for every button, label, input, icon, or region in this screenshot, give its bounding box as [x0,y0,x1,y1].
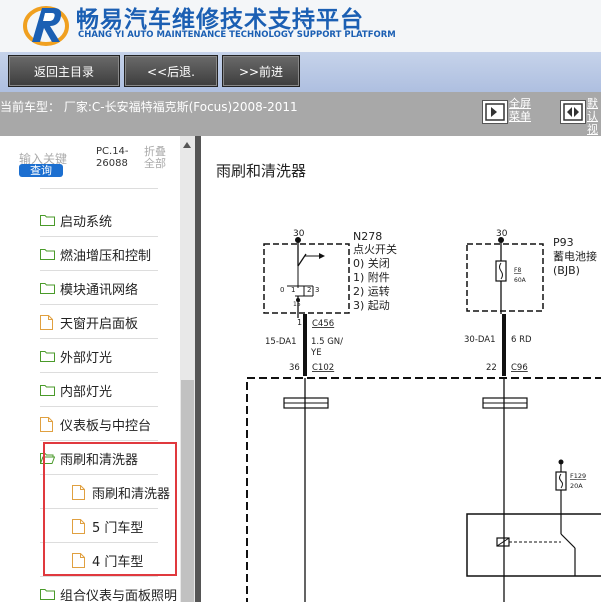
p93-name: 蓄电池接 [553,250,597,263]
switch-pos-2: 2 [307,286,311,294]
p93-box [466,243,544,312]
scroll-up-arrow-icon[interactable] [183,142,191,148]
tree-item-label: 仪表板与中控台 [60,419,152,434]
connector-c96: C96 [511,363,528,373]
tree-item-label: 燃油增压和控制 [60,249,152,264]
switch-pos-1: 1 [291,286,295,294]
n278-state-0: 0) 关闭 [353,256,390,270]
tree-item-label: 内部灯光 [60,385,113,400]
tree-divider [40,304,158,305]
n278-label: N278 [353,230,382,243]
folder-icon [40,383,55,396]
tree-divider [40,406,158,407]
main-content: 雨刷和清洗器 30 0 1 2 3 15 N278 点火开关 0) 关闭 1) … [201,136,601,602]
p93-label: P93 [553,236,574,249]
tree-item-label: 组合仪表与面板照明 [60,589,178,602]
default-view-icon[interactable] [560,100,586,124]
module-box [246,377,601,602]
wire-color-gn: 1.5 GN/ [311,337,343,347]
n278-state-3: 3) 起动 [353,299,390,312]
fullscreen-icon[interactable] [482,100,508,124]
n278-state-1: 1) 附件 [353,270,390,284]
selection-highlight [43,442,177,576]
p93-pin: 30 [496,229,508,239]
fuse-f8-amp: 60A [514,277,527,284]
fuse-f129: F129 [570,472,586,480]
pc-code: PC.14-26088 [96,146,129,169]
collapse-all-button[interactable]: 折叠全部 [144,146,172,170]
connector-c102: C102 [312,363,334,373]
app-logo [23,6,69,46]
info-bar: 当前车型： 厂家:C-长安福特福克斯(Focus)2008-2011 全屏菜单 … [0,92,601,136]
n278-name: 点火开关 [353,242,397,256]
connector-c456: C456 [312,319,334,329]
relay-box [466,513,601,577]
back-button[interactable]: <<后退. [124,55,218,87]
tree-divider [40,338,158,339]
wire-color-ye: YE [310,348,322,358]
folder-icon [40,247,55,260]
app-title: 畅易汽车维修技术支持平台 [76,6,364,33]
folder-icon [40,281,55,294]
page-icon [40,417,55,432]
p93-sub: (BJB) [553,264,580,277]
fullscreen-menu-link[interactable]: 全屏菜单 [509,97,539,123]
switch-pos-0: 0 [280,286,284,294]
n278-state-2: 2) 运转 [353,284,390,298]
folder-icon [40,213,55,226]
wire-label-15da1: 15-DA1 [265,337,297,347]
folder-icon [40,349,55,362]
tree-divider [40,372,158,373]
tree-divider [40,188,158,189]
switch-top-pin: 30 [293,229,305,239]
tree-divider [40,270,158,271]
app-subtitle: CHANG YI AUTO MAINTENANCE TECHNOLOGY SUP… [78,30,396,40]
tree-item-label: 天窗开启面板 [60,317,139,332]
wire-label-30da1: 30-DA1 [464,335,496,345]
tree-divider [40,576,158,577]
fuse-f8: F8 [514,267,521,274]
default-view-link[interactable]: 默认视 [587,97,601,136]
pin-1: 1 [297,318,302,327]
switch-bottom-pin: 15 [293,301,301,308]
fuse-f129-amp: 20A [570,482,583,490]
pin-36: 36 [289,363,300,373]
app-header: 畅易汽车维修技术支持平台 CHANG YI AUTO MAINTENANCE T… [0,0,601,52]
wiring-diagram: 30 0 1 2 3 15 N278 点火开关 0) 关闭 1) 附件 2) 运… [246,229,601,602]
page-icon [40,315,55,330]
current-model-label: 当前车型： 厂家:C-长安福特福克斯(Focus)2008-2011 [0,100,298,114]
forward-button[interactable]: >>前进 [222,55,300,87]
search-button[interactable]: 查询 [19,164,63,177]
sidebar-scrollbar[interactable] [180,136,195,602]
tree-divider [40,236,158,237]
back-to-main-button[interactable]: 返回主目录 [8,55,120,87]
pin-22: 22 [486,363,497,373]
nav-bar: 返回主目录 <<后退. >>前进 [0,52,601,92]
tree-item-label: 模块通讯网络 [60,283,139,298]
tree-item-label: 外部灯光 [60,351,113,366]
wire-color-rd: 6 RD [511,335,532,345]
tree-item-label: 启动系统 [60,215,113,230]
tree-divider [40,440,158,441]
scrollbar-thumb[interactable] [181,380,194,602]
switch-pos-3: 3 [315,286,319,294]
folder-icon [40,587,55,600]
